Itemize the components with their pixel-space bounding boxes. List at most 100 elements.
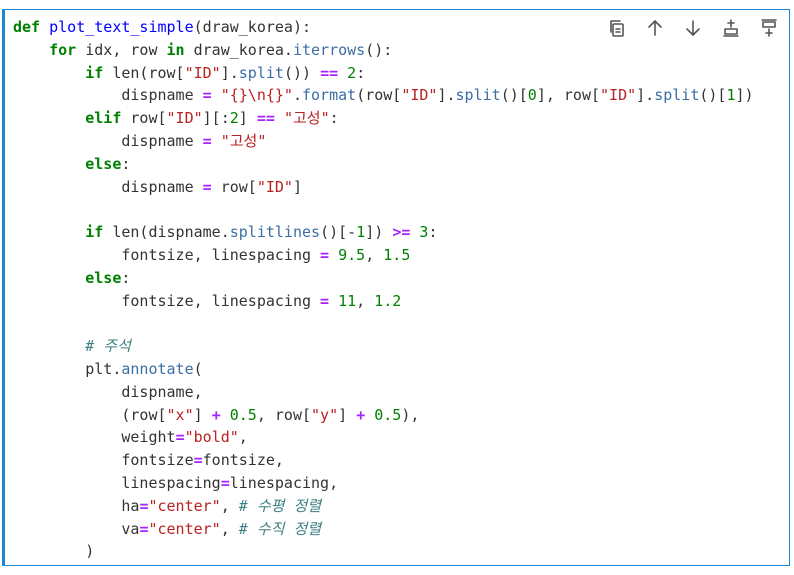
code-text: ]. bbox=[636, 86, 655, 105]
code-text: ()[ bbox=[500, 86, 528, 105]
string-literal: "{}\n{}" bbox=[220, 86, 293, 105]
insert-below-icon bbox=[759, 18, 779, 43]
code-text: ) bbox=[13, 542, 95, 561]
code-text: ()[- bbox=[320, 223, 357, 242]
code-line: dispname = "{}\n{}".format(row["ID"].spl… bbox=[13, 84, 754, 107]
method-name: format bbox=[302, 86, 357, 105]
code-text: row[ bbox=[211, 177, 257, 196]
code-line: else: bbox=[13, 153, 754, 176]
code-text: , bbox=[220, 519, 239, 538]
string-literal: "ID" bbox=[184, 63, 221, 82]
code-text: : bbox=[329, 109, 339, 128]
code-text: va bbox=[13, 519, 140, 538]
operator: = bbox=[202, 86, 212, 105]
number-literal: 1.2 bbox=[374, 291, 402, 310]
code-line: fontsize, linespacing = 11, 1.2 bbox=[13, 290, 754, 313]
code-text: fontsize, bbox=[202, 451, 284, 470]
code-line: linespacing=linespacing, bbox=[13, 472, 754, 495]
number-literal: 0 bbox=[527, 86, 537, 105]
operator: >= bbox=[392, 223, 411, 242]
code-text: len(row[ bbox=[103, 63, 185, 82]
code-line: fontsize=fontsize, bbox=[13, 449, 754, 472]
keyword: else bbox=[85, 268, 122, 287]
code-text: linespacing, bbox=[229, 473, 339, 492]
code-text: fontsize, linespacing bbox=[13, 291, 321, 310]
code-text: . bbox=[292, 86, 302, 105]
code-text: dispname, bbox=[13, 382, 203, 401]
code-text: (draw_korea): bbox=[193, 18, 312, 36]
number-literal: 1 bbox=[356, 223, 366, 242]
code-text: dispname bbox=[13, 86, 203, 105]
operator: == bbox=[320, 63, 339, 82]
code-line: dispname, bbox=[13, 381, 754, 404]
code-text: , bbox=[356, 291, 375, 310]
number-literal: 2 bbox=[229, 109, 239, 128]
code-text: ]) bbox=[735, 86, 754, 105]
operator: + bbox=[356, 405, 366, 424]
code-text: , bbox=[238, 428, 248, 447]
code-text: ), bbox=[401, 405, 420, 424]
code-text: len(dispname. bbox=[103, 223, 230, 242]
code-text: ()[ bbox=[699, 86, 727, 105]
operator: = bbox=[193, 451, 203, 470]
comment: # 수직 정렬 bbox=[238, 519, 322, 538]
code-text: ][: bbox=[202, 109, 230, 128]
comment: # 수평 정렬 bbox=[238, 496, 322, 515]
code-text: ] bbox=[193, 405, 212, 424]
code-line: if len(row["ID"].split()) == 2: bbox=[13, 62, 754, 85]
keyword: def bbox=[13, 18, 41, 36]
code-text: : bbox=[121, 154, 131, 173]
operator: = bbox=[202, 131, 212, 150]
code-line: plt.annotate( bbox=[13, 358, 754, 381]
string-literal: "center" bbox=[148, 496, 221, 515]
function-name: plot_text_simple bbox=[49, 18, 194, 36]
code-text: ] bbox=[292, 177, 302, 196]
number-literal: 11 bbox=[338, 291, 357, 310]
code-line: else: bbox=[13, 267, 754, 290]
operator: = bbox=[320, 291, 330, 310]
code-line: if len(dispname.splitlines()[-1]) >= 3: bbox=[13, 221, 754, 244]
code-text: ( bbox=[193, 359, 203, 378]
code-text: row[ bbox=[121, 109, 167, 128]
method-name: annotate bbox=[121, 359, 194, 378]
code-text: ], row[ bbox=[536, 86, 601, 105]
keyword: in bbox=[166, 40, 185, 59]
code-text: : bbox=[428, 223, 438, 242]
code-text: (): bbox=[365, 40, 393, 59]
string-literal: "y" bbox=[311, 405, 339, 424]
string-literal: "ID" bbox=[600, 86, 637, 105]
string-literal: "bold" bbox=[184, 428, 239, 447]
operator: = bbox=[220, 473, 230, 492]
number-literal: 0.5 bbox=[229, 405, 257, 424]
keyword: if bbox=[85, 63, 104, 82]
code-line: ) bbox=[13, 540, 754, 563]
insert-below-button[interactable] bbox=[755, 16, 783, 44]
code-text: , bbox=[365, 245, 384, 264]
code-text: (row[ bbox=[356, 86, 402, 105]
string-literal: "고성" bbox=[220, 131, 267, 150]
number-literal: 0.5 bbox=[374, 405, 402, 424]
code-text: ]) bbox=[365, 223, 393, 242]
code-text: fontsize bbox=[13, 451, 194, 470]
code-text: ha bbox=[13, 496, 140, 515]
code-cell[interactable]: def plot_text_simple(draw_korea): for id… bbox=[2, 9, 790, 566]
operator: = bbox=[202, 177, 212, 196]
code-editor[interactable]: def plot_text_simple(draw_korea): for id… bbox=[13, 16, 754, 563]
code-text: fontsize, linespacing bbox=[13, 245, 321, 264]
operator: = bbox=[175, 428, 185, 447]
keyword: for bbox=[49, 40, 77, 59]
number-literal: 9.5 bbox=[338, 245, 366, 264]
operator: + bbox=[211, 405, 221, 424]
operator: = bbox=[320, 245, 330, 264]
